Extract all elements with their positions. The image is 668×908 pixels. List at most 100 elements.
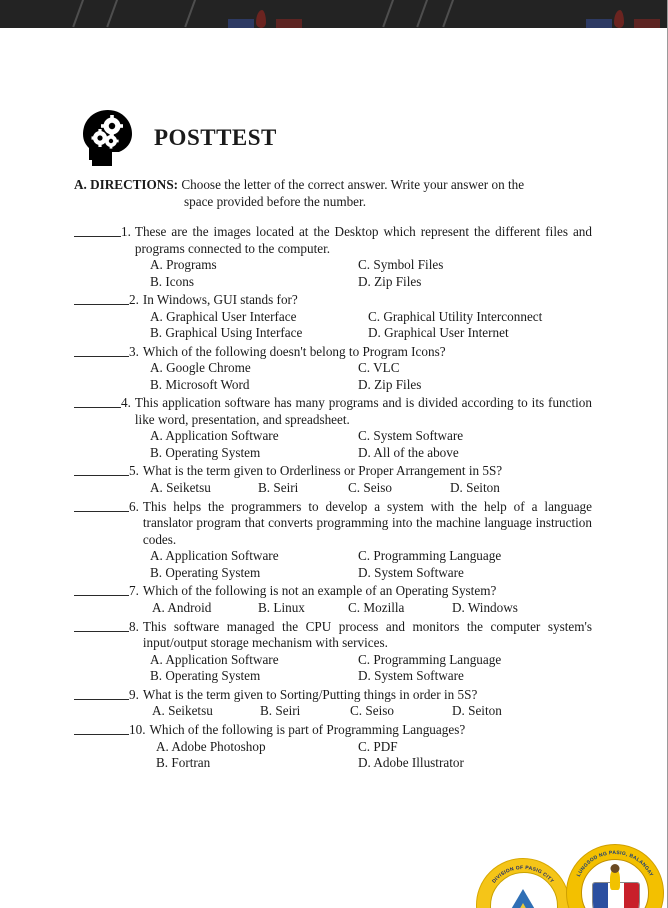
option-c[interactable]: C. Mozilla bbox=[348, 600, 404, 617]
option-a[interactable]: A. Seiketsu bbox=[150, 480, 211, 497]
options: A. Seiketsu B. Seiri C. Seiso D. Seiton bbox=[74, 703, 592, 720]
question-text: What is the term given to Orderliness or… bbox=[142, 463, 503, 478]
directions-line-2: space provided before the number. bbox=[184, 194, 366, 209]
option-a[interactable]: A. Google Chrome bbox=[150, 360, 251, 377]
option-a[interactable]: A. Adobe Photoshop bbox=[156, 739, 266, 756]
answer-blank[interactable] bbox=[74, 344, 129, 357]
question-number: 2. bbox=[129, 292, 139, 307]
question-item: 2. In Windows, GUI stands for? A. Graphi… bbox=[74, 292, 592, 342]
question-number: 6. bbox=[129, 498, 139, 514]
answer-blank[interactable] bbox=[74, 395, 121, 408]
document-header: POSTTEST bbox=[78, 108, 277, 168]
question-item: 9. What is the term given to Sorting/Put… bbox=[74, 687, 592, 721]
question-number: 4. bbox=[121, 395, 131, 410]
city-seal-figure-head bbox=[610, 864, 620, 873]
option-c[interactable]: C. Programming Language bbox=[358, 652, 501, 669]
option-a[interactable]: A. Seiketsu bbox=[152, 703, 213, 720]
question-text: What is the term given to Sorting/Puttin… bbox=[142, 686, 478, 702]
answer-blank[interactable] bbox=[74, 224, 121, 237]
answer-blank[interactable] bbox=[74, 687, 129, 700]
document-page: POSTTEST A. DIRECTIONS: Choose the lette… bbox=[0, 0, 668, 908]
option-a[interactable]: A. Application Software bbox=[150, 548, 279, 565]
option-d[interactable]: D. Seiton bbox=[452, 703, 502, 720]
division-seal-inner-triangle bbox=[514, 903, 532, 908]
question-number: 8. bbox=[129, 618, 139, 634]
options: A. Adobe Photoshop B. Fortran C. PDF D. … bbox=[74, 739, 592, 772]
option-d[interactable]: D. System Software bbox=[358, 668, 501, 685]
question-number: 10. bbox=[129, 722, 146, 737]
option-b[interactable]: B. Seiri bbox=[258, 480, 298, 497]
option-d[interactable]: D. Seiton bbox=[450, 480, 500, 497]
option-b[interactable]: B. Microsoft Word bbox=[150, 377, 251, 394]
option-c[interactable]: C. Seiso bbox=[348, 480, 392, 497]
question-number: 3. bbox=[129, 343, 139, 359]
option-a[interactable]: A. Application Software bbox=[150, 428, 279, 445]
option-b[interactable]: B. Fortran bbox=[156, 755, 266, 772]
option-a[interactable]: A. Programs bbox=[150, 257, 217, 274]
answer-blank[interactable] bbox=[74, 463, 129, 476]
option-d[interactable]: D. All of the above bbox=[358, 445, 463, 462]
question-text: Which of the following doesn't belong to… bbox=[142, 343, 446, 359]
options: A. Android B. Linux C. Mozilla D. Window… bbox=[74, 600, 592, 617]
options: A. Google Chrome B. Microsoft Word C. VL… bbox=[74, 360, 592, 393]
directions-line-1: Choose the letter of the correct answer.… bbox=[181, 177, 525, 192]
answer-blank[interactable] bbox=[74, 292, 129, 305]
directions: A. DIRECTIONS: Choose the letter of the … bbox=[74, 176, 590, 210]
option-d[interactable]: D. Graphical User Internet bbox=[368, 325, 542, 342]
question-item: 8. This software managed the CPU process… bbox=[74, 619, 592, 685]
question-item: 10. Which of the following is part of Pr… bbox=[74, 722, 592, 772]
option-b[interactable]: B. Operating System bbox=[150, 668, 279, 685]
option-d[interactable]: D. Adobe Illustrator bbox=[358, 755, 464, 772]
options: A. Application Software B. Operating Sys… bbox=[74, 548, 592, 581]
answer-blank[interactable] bbox=[74, 722, 129, 735]
question-number: 9. bbox=[129, 686, 139, 702]
option-c[interactable]: C. Seiso bbox=[350, 703, 394, 720]
question-number: 7. bbox=[129, 583, 139, 598]
option-c[interactable]: C. Symbol Files bbox=[358, 257, 443, 274]
option-c[interactable]: C. System Software bbox=[358, 428, 463, 445]
option-c[interactable]: C. VLC bbox=[358, 360, 421, 377]
option-b[interactable]: B. Operating System bbox=[150, 445, 279, 462]
option-b[interactable]: B. Graphical Using Interface bbox=[150, 325, 302, 342]
question-number: 5. bbox=[129, 463, 139, 478]
option-d[interactable]: D. Zip Files bbox=[358, 377, 421, 394]
option-d[interactable]: D. Zip Files bbox=[358, 274, 443, 291]
answer-blank[interactable] bbox=[74, 583, 129, 596]
option-a[interactable]: A. Android bbox=[152, 600, 211, 617]
option-b[interactable]: B. Seiri bbox=[260, 703, 300, 720]
footer-seals: DIVISION OF PASIG CITY LUNGSOD NG PASIG,… bbox=[458, 830, 667, 908]
option-b[interactable]: B. Linux bbox=[258, 600, 305, 617]
answer-blank[interactable] bbox=[74, 619, 129, 632]
option-a[interactable]: A. Graphical User Interface bbox=[150, 309, 302, 326]
option-b[interactable]: B. Operating System bbox=[150, 565, 279, 582]
head-with-gears-icon bbox=[78, 108, 136, 168]
options: A. Graphical User Interface B. Graphical… bbox=[74, 309, 592, 342]
options: A. Application Software B. Operating Sys… bbox=[74, 428, 592, 461]
answer-blank[interactable] bbox=[74, 499, 129, 512]
question-text: Which of the following is not an example… bbox=[142, 583, 497, 598]
document-body: POSTTEST A. DIRECTIONS: Choose the lette… bbox=[0, 28, 667, 908]
previous-page-strip bbox=[0, 0, 667, 28]
option-c[interactable]: C. PDF bbox=[358, 739, 464, 756]
option-d[interactable]: D. System Software bbox=[358, 565, 501, 582]
lungsod-ng-pasig-seal: LUNGSOD NG PASIG, BALANGAY bbox=[566, 844, 664, 908]
question-text: Which of the following is part of Progra… bbox=[149, 722, 466, 737]
question-text: This application software has many progr… bbox=[134, 395, 592, 427]
division-of-pasig-city-seal: DIVISION OF PASIG CITY bbox=[476, 858, 570, 908]
question-text: In Windows, GUI stands for? bbox=[142, 292, 298, 307]
question-item: 7. Which of the following is not an exam… bbox=[74, 583, 592, 617]
options: A. Seiketsu B. Seiri C. Seiso D. Seiton bbox=[74, 480, 592, 497]
directions-label: A. DIRECTIONS: bbox=[74, 177, 179, 192]
question-item: 5. What is the term given to Orderliness… bbox=[74, 463, 592, 497]
option-b[interactable]: B. Icons bbox=[150, 274, 217, 291]
question-text: These are the images located at the Desk… bbox=[134, 224, 592, 256]
option-d[interactable]: D. Windows bbox=[452, 600, 518, 617]
question-text: This software managed the CPU process an… bbox=[142, 618, 592, 651]
option-c[interactable]: C. Graphical Utility Interconnect bbox=[368, 309, 542, 326]
option-a[interactable]: A. Application Software bbox=[150, 652, 279, 669]
option-c[interactable]: C. Programming Language bbox=[358, 548, 501, 565]
question-item: 3. Which of the following doesn't belong… bbox=[74, 344, 592, 394]
page-title: POSTTEST bbox=[154, 125, 277, 150]
question-list: 1. These are the images located at the D… bbox=[74, 224, 592, 774]
question-item: 1. These are the images located at the D… bbox=[74, 224, 592, 290]
